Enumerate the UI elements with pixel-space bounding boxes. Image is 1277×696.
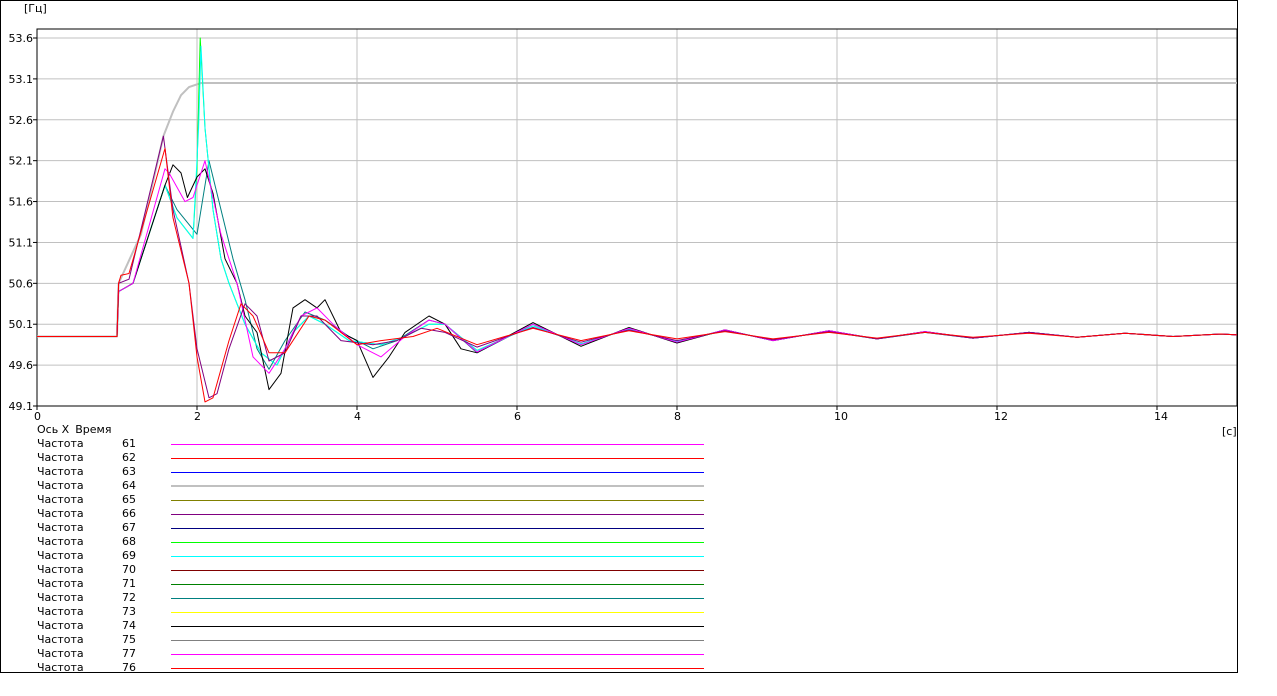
legend-item-name: Частота: [37, 591, 84, 604]
legend-item-name: Частота: [37, 451, 84, 464]
x-axis-label: [с]: [1222, 425, 1237, 438]
legend-item-name: Частота: [37, 661, 84, 674]
series-line-74: [37, 164, 1238, 391]
legend-swatch: [171, 444, 704, 445]
series-line-69: [37, 45, 1238, 366]
y-tick-label: 51.1: [9, 236, 34, 249]
legend-item-id: 74: [122, 619, 136, 632]
legend-item-id: 70: [122, 563, 136, 576]
legend-item-name: Частота: [37, 535, 84, 548]
legend-item: Частота 64: [37, 479, 717, 493]
legend-item: Частота 65: [37, 493, 717, 507]
legend-swatch: [171, 500, 704, 501]
legend-item-id: 64: [122, 479, 136, 492]
x-tick-label: 12: [994, 410, 1008, 423]
series-line-72: [37, 160, 1238, 370]
y-tick-label: 53.6: [9, 32, 34, 45]
legend-item-id: 69: [122, 549, 136, 562]
legend-swatch: [171, 514, 704, 515]
x-tick-label: 14: [1154, 410, 1168, 423]
series-line-66: [37, 135, 1238, 399]
legend-item: Частота 62: [37, 451, 717, 465]
legend-item-name: Частота: [37, 493, 84, 506]
legend-item: Частота 67: [37, 521, 717, 535]
legend-item: Частота 77: [37, 647, 717, 661]
legend-item-id: 67: [122, 521, 136, 534]
legend-item-id: 76: [122, 661, 136, 674]
legend-item-name: Частота: [37, 563, 84, 576]
x-tick-label: 2: [194, 410, 201, 423]
legend-item-name: Частота: [37, 507, 84, 520]
legend-swatch: [171, 584, 704, 585]
legend-item-id: 73: [122, 605, 136, 618]
x-tick-label: 4: [354, 410, 361, 423]
legend-item-id: 75: [122, 633, 136, 646]
legend-item: Частота 70: [37, 563, 717, 577]
y-tick-label: 52.1: [9, 155, 34, 168]
legend-item-name: Частота: [37, 577, 84, 590]
legend-item-name: Частота: [37, 605, 84, 618]
legend-swatch: [171, 485, 704, 487]
legend-item-name: Частота: [37, 549, 84, 562]
legend-item-id: 66: [122, 507, 136, 520]
y-tick-label: 53.1: [9, 73, 34, 86]
x-tick-label: 0: [34, 410, 41, 423]
y-axis-label: [Гц]: [24, 2, 47, 15]
legend-swatch: [171, 542, 704, 543]
legend-item-id: 68: [122, 535, 136, 548]
y-tick-label: 52.6: [9, 114, 34, 127]
legend-item-name: Частота: [37, 437, 84, 450]
legend-item-id: 62: [122, 451, 136, 464]
legend-item: Частота 76: [37, 661, 717, 675]
legend-item-id: 61: [122, 437, 136, 450]
legend-axis-label: Ось X: [37, 423, 70, 436]
x-tick-label: 8: [674, 410, 681, 423]
legend-item: Частота 72: [37, 591, 717, 605]
legend-item-id: 72: [122, 591, 136, 604]
legend-item: Частота 74: [37, 619, 717, 633]
legend-item: Частота 69: [37, 549, 717, 563]
y-tick-label: 50.1: [9, 318, 34, 331]
legend-swatch: [171, 640, 704, 641]
legend-swatch: [171, 654, 704, 655]
legend-item: Частота 68: [37, 535, 717, 549]
legend-item-name: Частота: [37, 521, 84, 534]
legend-item-id: 63: [122, 465, 136, 478]
legend-swatch: [171, 612, 704, 613]
legend-swatch: [171, 668, 704, 669]
legend-item: Частота 66: [37, 507, 717, 521]
legend-item: Частота 73: [37, 605, 717, 619]
legend-item-name: Частота: [37, 619, 84, 632]
legend-item-name: Частота: [37, 465, 84, 478]
legend-swatch: [171, 458, 704, 459]
legend-item-id: 77: [122, 647, 136, 660]
y-tick-label: 49.1: [9, 400, 34, 413]
legend-item: Частота 61: [37, 437, 717, 451]
legend-item-name: Частота: [37, 647, 84, 660]
y-tick-label: 50.6: [9, 277, 34, 290]
legend-item: Частота 75: [37, 633, 717, 647]
legend-swatch: [171, 472, 704, 473]
legend-item-id: 65: [122, 493, 136, 506]
legend-item-name: Частота: [37, 633, 84, 646]
legend-header: Ось X Время: [37, 423, 117, 436]
x-tick-label: 6: [514, 410, 521, 423]
legend-swatch: [171, 598, 704, 599]
legend-item: Частота 71: [37, 577, 717, 591]
legend-swatch: [171, 626, 704, 627]
legend-item-id: 71: [122, 577, 136, 590]
legend-axis-name: Время: [75, 423, 112, 436]
y-tick-label: 51.6: [9, 196, 34, 209]
legend-swatch: [171, 528, 704, 529]
legend-swatch: [171, 570, 704, 571]
series-line-64: [37, 82, 1237, 338]
x-tick-label: 10: [834, 410, 848, 423]
y-tick-label: 49.6: [9, 359, 34, 372]
series-line-62: [37, 147, 1238, 403]
legend-item: Частота 63: [37, 465, 717, 479]
legend-swatch: [171, 556, 704, 557]
legend-item-name: Частота: [37, 479, 84, 492]
